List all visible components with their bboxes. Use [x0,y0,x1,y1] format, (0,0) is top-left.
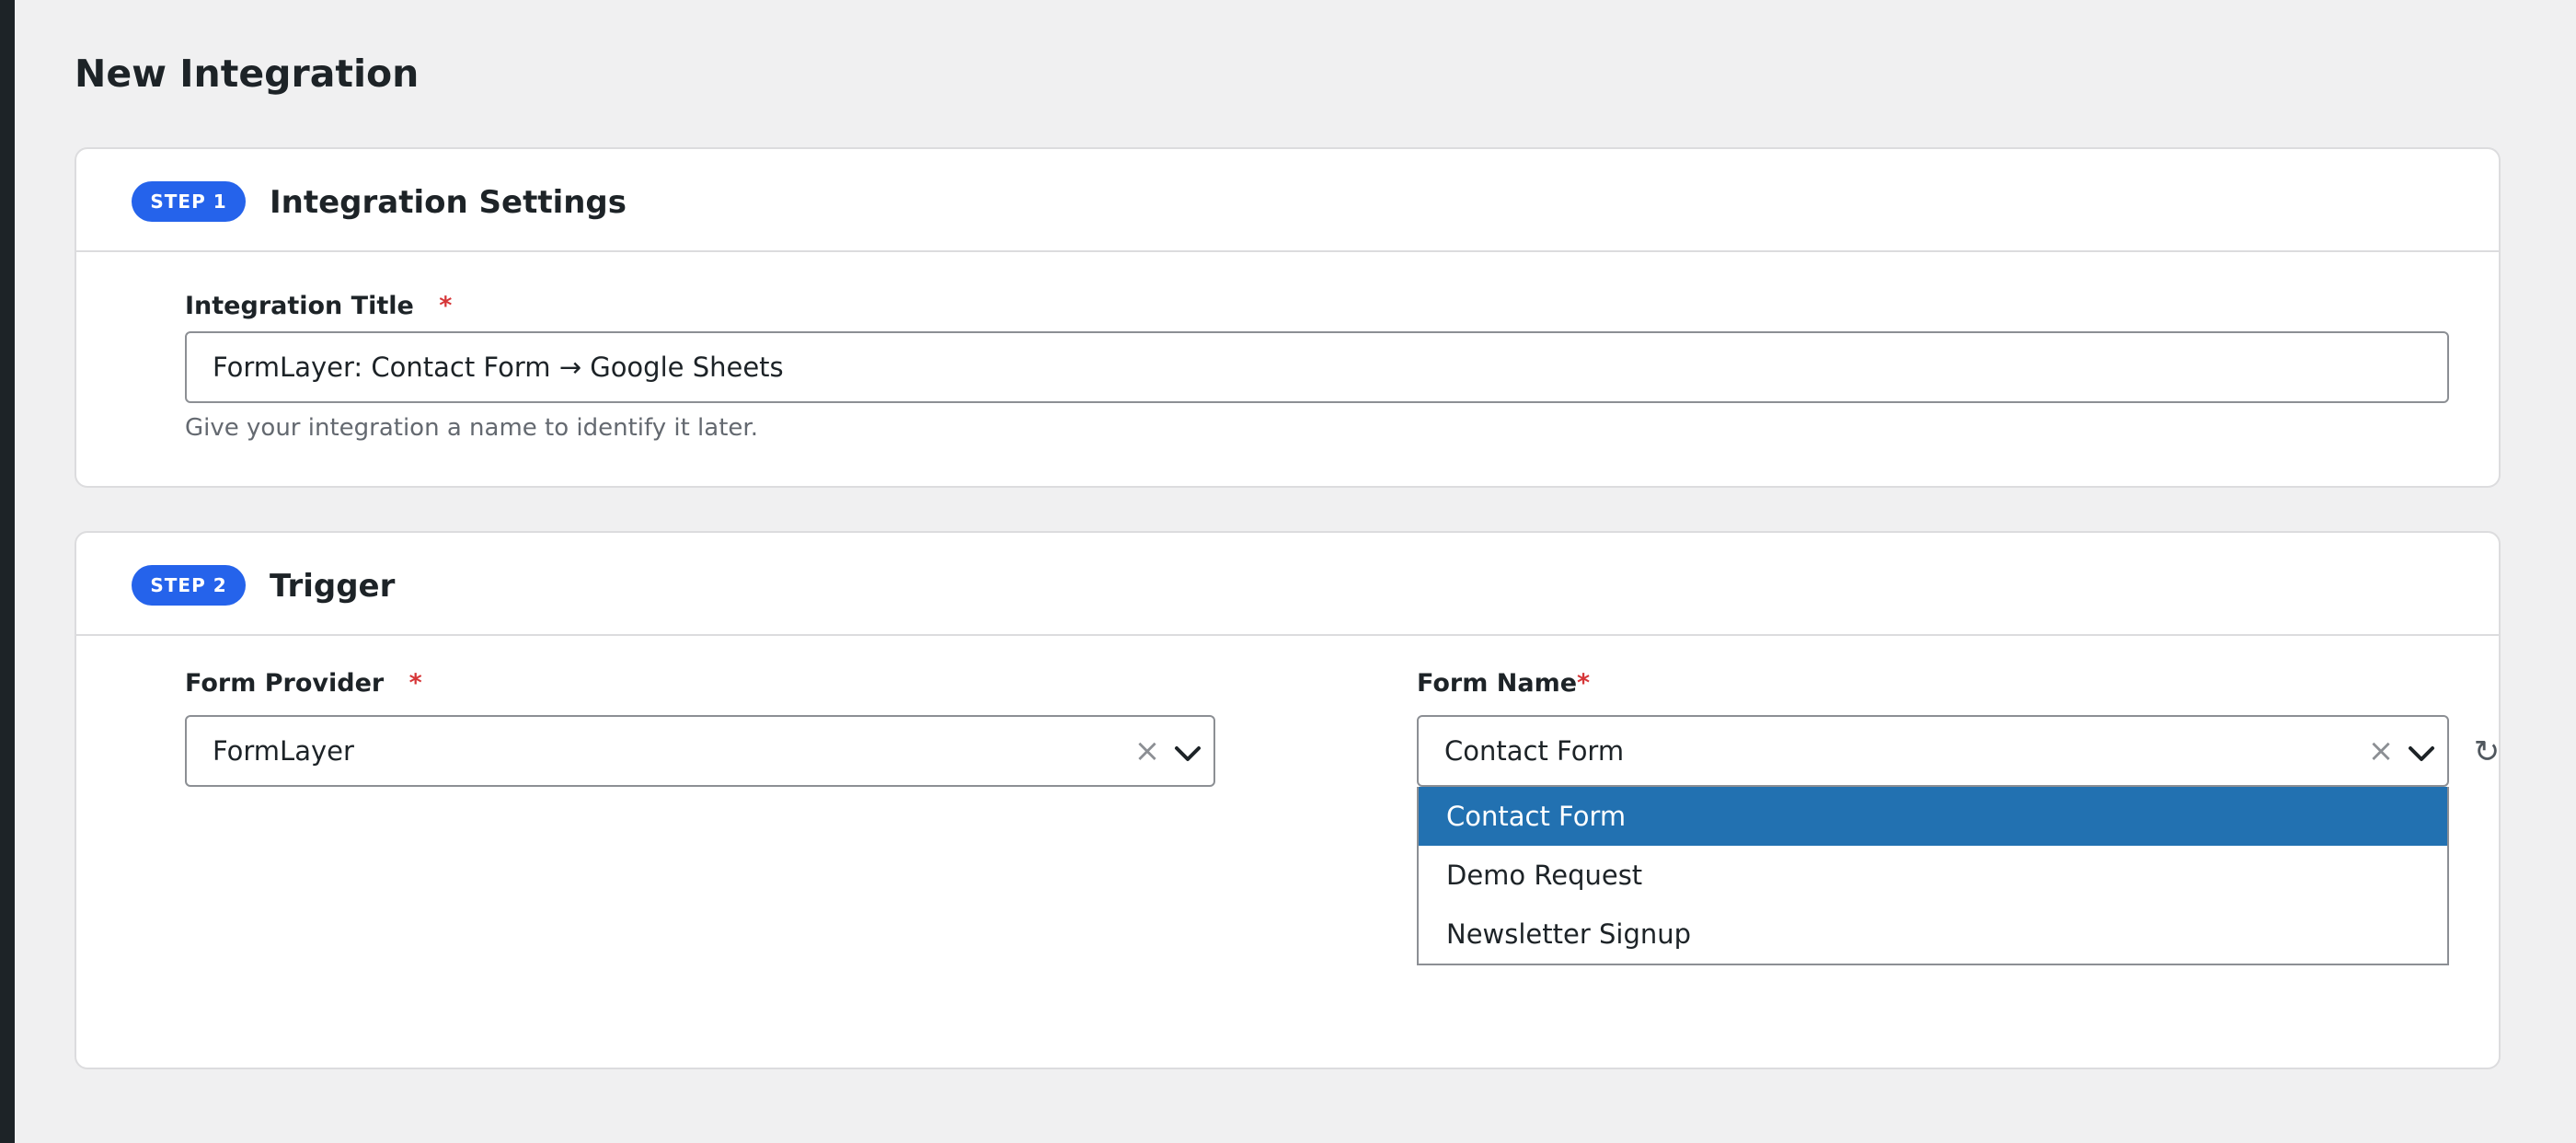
dropdown-option[interactable]: Contact Form [1419,787,2447,846]
label-text: Form Name [1417,669,1578,698]
refresh-icon[interactable]: ↻ [2468,733,2505,770]
required-asterisk: * [1577,669,1591,698]
label-text: Form Provider [185,669,385,698]
dropdown-option[interactable]: Demo Request [1419,846,2447,905]
chevron-down-icon[interactable] [1171,737,1204,770]
integration-title-help: Give your integration a name to identify… [185,414,758,442]
card-title: Integration Settings [270,184,627,221]
selected-value: Contact Form [1444,735,1625,767]
required-asterisk: * [408,669,422,698]
card-header: STEP 2 Trigger [76,533,2499,636]
step-badge: STEP 1 [132,181,246,222]
required-asterisk: * [439,292,453,320]
card-header: STEP 1 Integration Settings [76,149,2499,252]
integration-title-label: Integration Title * [185,291,452,322]
form-name-dropdown: Contact Form Demo Request Newsletter Sig… [1417,787,2449,965]
selected-value: FormLayer [213,735,354,767]
trigger-card: STEP 2 Trigger Form Provider * FormLayer… [75,531,2501,1069]
integration-settings-card: STEP 1 Integration Settings Integration … [75,147,2501,488]
form-name-label: Form Name* [1417,668,1590,699]
dropdown-option[interactable]: Newsletter Signup [1419,905,2447,964]
clear-icon[interactable]: × [1132,735,1163,767]
clear-icon[interactable]: × [2365,735,2397,767]
page-title: New Integration [75,52,420,96]
label-text: Integration Title [185,292,414,320]
chevron-down-icon[interactable] [2405,737,2438,770]
form-name-select[interactable]: Contact Form × [1417,715,2449,787]
form-provider-select[interactable]: FormLayer × [185,715,1215,787]
admin-sidebar-edge [0,0,15,1143]
step-badge: STEP 2 [132,565,246,606]
form-provider-label: Form Provider * [185,668,422,699]
card-title: Trigger [270,568,396,605]
integration-title-input[interactable] [185,331,2449,403]
